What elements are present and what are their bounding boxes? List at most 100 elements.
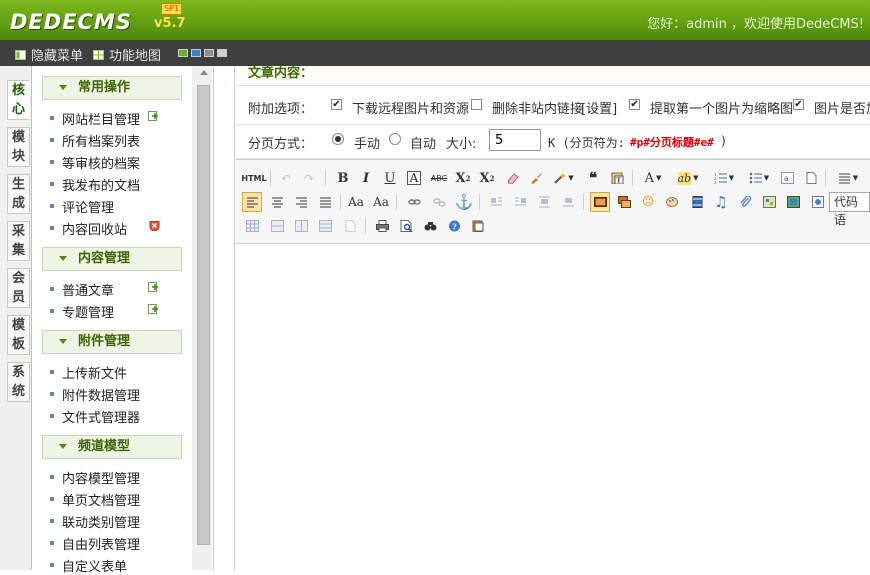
- menu-item-pending-archives[interactable]: 等审核的档案: [50, 153, 140, 172]
- underline-button[interactable]: U: [380, 168, 400, 188]
- tab-generate[interactable]: 生成: [7, 174, 30, 214]
- tab-system[interactable]: 系统: [7, 362, 30, 402]
- merge-cells-icon[interactable]: [315, 216, 335, 236]
- editor-content-area[interactable]: [236, 245, 870, 571]
- anchor-icon[interactable]: ⚓: [454, 192, 474, 212]
- scrawl-icon[interactable]: [662, 192, 682, 212]
- remove-links-checkbox[interactable]: [471, 99, 482, 110]
- align-right-button[interactable]: [291, 192, 311, 212]
- menu-item-custom-form[interactable]: 自定义表单: [50, 556, 127, 575]
- align-justify-button[interactable]: [315, 192, 335, 212]
- add-page-icon[interactable]: [148, 303, 159, 314]
- tab-core[interactable]: 核心: [7, 80, 30, 120]
- format-brush-icon[interactable]: [526, 168, 546, 188]
- insert-image-icon[interactable]: [590, 192, 610, 212]
- paste-word-icon[interactable]: [468, 216, 488, 236]
- menu-item-normal-article[interactable]: 普通文章: [50, 280, 158, 299]
- image-option-checkbox[interactable]: ✔: [793, 99, 804, 110]
- paging-auto-radio[interactable]: [389, 133, 401, 145]
- section-common-ops[interactable]: 常用操作: [42, 76, 182, 100]
- multi-image-icon[interactable]: [614, 192, 634, 212]
- image-float-left-icon[interactable]: [486, 192, 506, 212]
- undo-button[interactable]: ↶: [276, 168, 296, 188]
- menu-item-recycle-bin[interactable]: 内容回收站: [50, 219, 160, 238]
- tab-member[interactable]: 会员: [7, 268, 30, 308]
- paging-size-input[interactable]: [489, 129, 541, 151]
- menu-item-all-archives[interactable]: 所有档案列表: [50, 131, 140, 150]
- section-attachment-manage[interactable]: 附件管理: [42, 330, 182, 354]
- paging-manual-radio[interactable]: [332, 133, 344, 145]
- menu-item-single-page[interactable]: 单页文档管理: [50, 490, 140, 509]
- line-height-icon[interactable]: ▼: [833, 168, 863, 188]
- code-language-select[interactable]: 代码语: [829, 192, 870, 227]
- section-channel-model[interactable]: 频道模型: [42, 435, 182, 459]
- subscript-icon[interactable]: X2: [477, 168, 497, 188]
- align-center-button[interactable]: [267, 192, 287, 212]
- insert-video-icon[interactable]: [687, 192, 707, 212]
- insert-frame-icon[interactable]: [808, 192, 828, 212]
- border-text-icon[interactable]: A: [404, 168, 424, 188]
- image-float-right-icon[interactable]: [510, 192, 530, 212]
- align-left-button[interactable]: [242, 192, 262, 212]
- magic-wand-icon[interactable]: ▼: [551, 168, 577, 188]
- menu-item-content-model[interactable]: 内容模型管理: [50, 468, 140, 487]
- emoticon-icon[interactable]: ☺: [638, 192, 658, 212]
- add-page-icon[interactable]: [148, 110, 159, 121]
- italic-button[interactable]: I: [356, 168, 376, 188]
- remove-links-settings-link[interactable]: [设置]: [581, 98, 617, 117]
- insert-row-icon[interactable]: [267, 216, 287, 236]
- menu-item-category-manage[interactable]: 网站栏目管理: [50, 109, 158, 128]
- remote-image-checkbox[interactable]: ✔: [331, 99, 342, 110]
- first-image-thumb-checkbox[interactable]: ✔: [629, 99, 640, 110]
- bold-button[interactable]: B: [333, 168, 353, 188]
- insert-table-icon[interactable]: [242, 216, 262, 236]
- menu-item-my-documents[interactable]: 我发布的文档: [50, 175, 140, 194]
- ordered-list-icon[interactable]: 1 2 3 ▼: [709, 168, 739, 188]
- menu-item-upload-file[interactable]: 上传新文件: [50, 363, 127, 382]
- unordered-list-icon[interactable]: ▼: [744, 168, 774, 188]
- insert-col-icon[interactable]: [291, 216, 311, 236]
- menu-item-attachment-data[interactable]: 附件数据管理: [50, 385, 140, 404]
- google-map-icon[interactable]: [783, 192, 803, 212]
- menu-item-comments[interactable]: 评论管理: [50, 197, 114, 216]
- skin-green-swatch[interactable]: [178, 49, 188, 57]
- highlight-color-icon[interactable]: ab ▼: [673, 168, 703, 188]
- tab-module[interactable]: 模块: [7, 127, 30, 167]
- hide-menu-button[interactable]: 隐藏菜单: [15, 45, 83, 64]
- image-center-icon[interactable]: [558, 192, 578, 212]
- split-cells-icon[interactable]: [340, 216, 360, 236]
- map-icon[interactable]: [759, 192, 779, 212]
- attachment-icon[interactable]: [735, 192, 755, 212]
- menu-item-free-list[interactable]: 自由列表管理: [50, 534, 140, 553]
- print-icon[interactable]: [372, 216, 392, 236]
- paste-text-icon[interactable]: T: [607, 168, 627, 188]
- source-html-button[interactable]: HTML: [241, 168, 266, 188]
- text-direction-ltr-icon[interactable]: Aa: [346, 192, 366, 212]
- link-icon[interactable]: [404, 192, 424, 212]
- new-page-icon[interactable]: [801, 168, 821, 188]
- skin-blue-swatch[interactable]: [191, 49, 201, 57]
- help-icon[interactable]: ?: [444, 216, 464, 236]
- scroll-up-arrow-icon[interactable]: [200, 70, 208, 75]
- add-page-icon[interactable]: [148, 281, 159, 292]
- tab-template[interactable]: 模板: [7, 315, 30, 355]
- menu-item-file-manager[interactable]: 文件式管理器: [50, 407, 140, 426]
- image-none-icon[interactable]: [534, 192, 554, 212]
- clear-bin-icon[interactable]: [149, 220, 160, 231]
- skin-gray-swatch[interactable]: [204, 49, 214, 57]
- tab-collect[interactable]: 采集: [7, 221, 30, 261]
- unlink-icon[interactable]: [429, 192, 449, 212]
- anchor-text-icon[interactable]: a: [777, 168, 797, 188]
- section-content-manage[interactable]: 内容管理: [42, 247, 182, 271]
- site-map-button[interactable]: 功能地图: [93, 45, 161, 64]
- preview-icon[interactable]: [396, 216, 416, 236]
- strikethrough-button[interactable]: ABC: [429, 168, 449, 188]
- superscript-icon[interactable]: X2: [453, 168, 473, 188]
- skin-light-swatch[interactable]: [217, 49, 227, 57]
- eraser-icon[interactable]: [502, 168, 522, 188]
- menu-item-linkage-category[interactable]: 联动类别管理: [50, 512, 140, 531]
- text-direction-rtl-icon[interactable]: Aa: [371, 192, 391, 212]
- blockquote-icon[interactable]: ❝: [583, 168, 603, 188]
- search-replace-icon[interactable]: [420, 216, 440, 236]
- menu-item-topic-manage[interactable]: 专题管理: [50, 302, 158, 321]
